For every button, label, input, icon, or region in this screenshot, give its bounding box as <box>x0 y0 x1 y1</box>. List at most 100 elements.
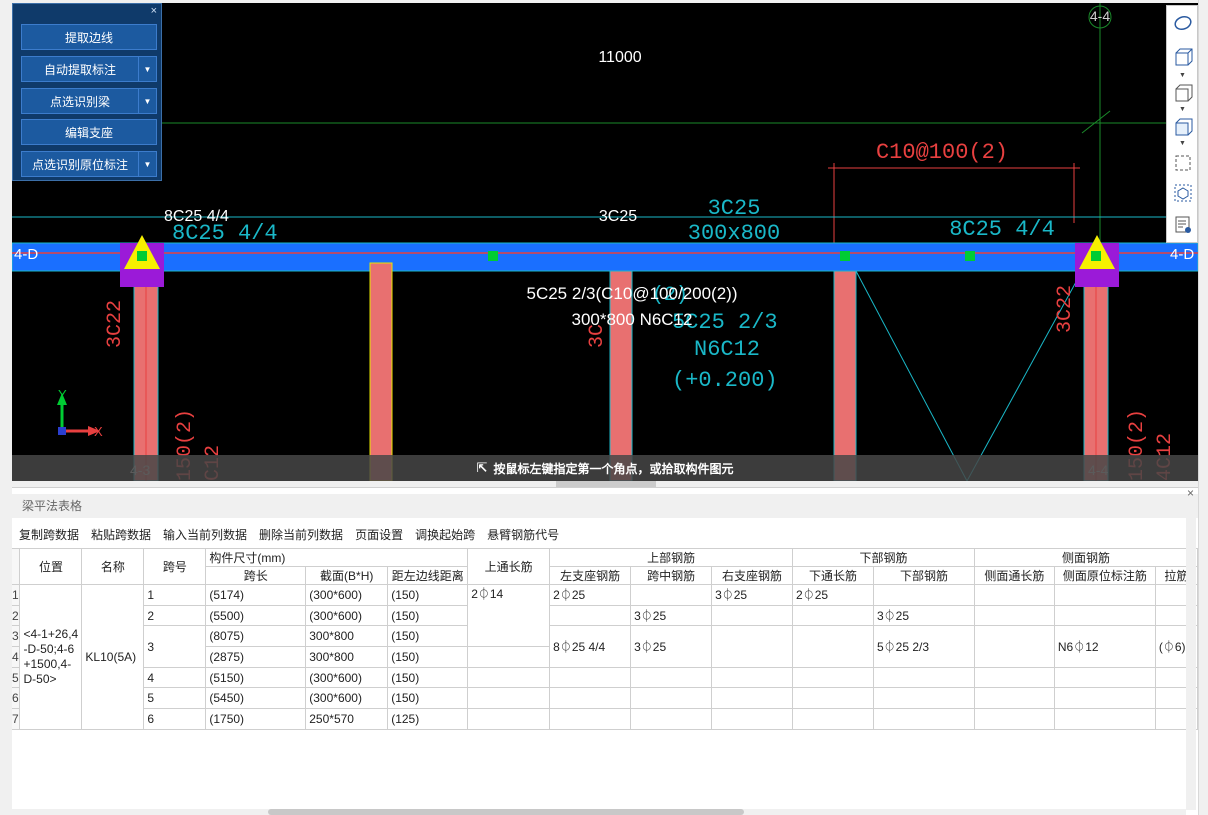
cell-span-length[interactable]: (8075) <box>205 625 307 648</box>
paste-span-data-button[interactable]: 粘贴跨数据 <box>91 524 151 546</box>
chevron-down-icon[interactable]: ▼ <box>1179 72 1186 79</box>
chevron-down-icon[interactable]: ▼ <box>138 57 156 81</box>
grip-support-left[interactable] <box>137 251 147 261</box>
cell-bottom-bar[interactable] <box>872 666 975 689</box>
dynamic-observe-icon[interactable] <box>1172 12 1194 34</box>
grip-2[interactable] <box>840 251 850 261</box>
page-setup-button[interactable]: 页面设置 <box>355 524 403 546</box>
grip-1[interactable] <box>488 251 498 261</box>
cell-left-support[interactable] <box>549 666 632 689</box>
grip-support-right[interactable] <box>1091 251 1101 261</box>
cell-offset[interactable]: (125) <box>387 708 469 730</box>
cell-section[interactable]: 250*570 <box>305 708 389 730</box>
cell-side-through[interactable] <box>973 604 1055 627</box>
cell-offset[interactable]: (150) <box>387 604 469 627</box>
cell-left-support[interactable] <box>549 687 632 710</box>
cell-span-no[interactable]: 3 <box>143 625 207 668</box>
cell-section[interactable]: (300*600) <box>305 604 389 627</box>
cell-span-length[interactable]: (5174) <box>205 584 307 606</box>
cell-section[interactable]: 300*800 <box>305 625 389 648</box>
cell-right-support[interactable] <box>711 604 794 627</box>
cell-side-original[interactable] <box>1053 604 1156 627</box>
pick-recognize-beam-button[interactable]: 点选识别梁 ▼ <box>21 88 157 114</box>
cell-bottom-through[interactable]: 2⏀25 <box>792 584 874 606</box>
auto-extract-annotation-button[interactable]: 自动提取标注 ▼ <box>21 56 157 82</box>
cell-bottom-through[interactable] <box>792 666 874 689</box>
delete-column-data-button[interactable]: 删除当前列数据 <box>259 524 343 546</box>
cell-top-through[interactable] <box>467 646 551 668</box>
table-row[interactable]: 5 4 (5150) (300*600) (150) <box>12 666 1199 689</box>
chevron-down-icon[interactable]: ▼ <box>1179 106 1186 113</box>
cell-span-length[interactable]: (1750) <box>205 708 307 730</box>
cell-span-length[interactable]: (5500) <box>205 604 307 627</box>
cell-position[interactable]: <4-1+26,4-D-50;4-6+1500,4-D-50> <box>19 584 83 730</box>
cell-section[interactable]: (300*600) <box>305 666 389 689</box>
chevron-down-icon[interactable]: ▼ <box>138 89 156 113</box>
view-cube-icon[interactable] <box>1172 82 1194 104</box>
cell-bottom-bar[interactable] <box>872 687 975 710</box>
beam[interactable] <box>12 242 1198 272</box>
cell-bottom-bar[interactable]: 5⏀25 2/3 <box>872 625 975 668</box>
cell-mid-span[interactable] <box>630 687 713 710</box>
input-column-data-button[interactable]: 输入当前列数据 <box>163 524 247 546</box>
cell-span-no[interactable]: 1 <box>143 584 207 606</box>
cell-side-through[interactable] <box>973 708 1055 730</box>
cantilever-rebar-code-button[interactable]: 悬臂钢筋代号 <box>487 524 559 546</box>
cell-section[interactable]: (300*600) <box>305 584 389 606</box>
cell-side-original[interactable] <box>1053 708 1156 730</box>
edit-support-button[interactable]: 编辑支座 <box>21 119 157 145</box>
cell-right-support[interactable]: 3⏀25 <box>711 584 794 606</box>
cell-offset[interactable]: (150) <box>387 646 469 668</box>
cell-span-no[interactable]: 2 <box>143 604 207 627</box>
cell-span-length[interactable]: (5150) <box>205 666 307 689</box>
copy-span-data-button[interactable]: 复制跨数据 <box>19 524 79 546</box>
chevron-down-icon[interactable]: ▼ <box>138 152 156 176</box>
grip-3[interactable] <box>965 251 975 261</box>
cell-offset[interactable]: (150) <box>387 625 469 648</box>
cell-right-support[interactable] <box>711 687 794 710</box>
column-4[interactable] <box>833 270 857 481</box>
cell-side-original[interactable] <box>1053 666 1156 689</box>
extract-edge-button[interactable]: 提取边线 <box>21 24 157 50</box>
cell-mid-span[interactable]: 3⏀25 <box>630 625 713 668</box>
table-row[interactable]: 6 5 (5450) (300*600) (150) <box>12 687 1199 710</box>
cell-offset[interactable]: (150) <box>387 666 469 689</box>
table-row[interactable]: 1 <4-1+26,4-D-50;4-6+1500,4-D-50> KL10(5… <box>12 583 1199 730</box>
cell-left-support[interactable]: 8⏀25 4/4 <box>549 625 632 668</box>
cell-top-through[interactable] <box>467 687 551 710</box>
swap-start-span-button[interactable]: 调换起始跨 <box>415 524 475 546</box>
properties-icon[interactable] <box>1172 214 1194 236</box>
cell-span-no[interactable]: 5 <box>143 687 207 710</box>
table-row[interactable]: 7 6 (1750) 250*570 (125) <box>12 708 1199 730</box>
cell-offset[interactable]: (150) <box>387 687 469 710</box>
isolate-view-icon[interactable] <box>1172 182 1194 204</box>
cell-bottom-through[interactable] <box>792 708 874 730</box>
cell-side-original[interactable]: N6⏀12 <box>1053 625 1156 668</box>
cell-top-through[interactable]: 2⏀14 <box>467 583 551 648</box>
cell-name[interactable]: KL10(5A) <box>81 584 145 730</box>
cell-offset[interactable]: (150) <box>387 584 469 606</box>
cell-span-length[interactable]: (5450) <box>205 687 307 710</box>
cell-span-no[interactable]: 6 <box>143 708 207 730</box>
window-select-icon[interactable] <box>1172 152 1194 174</box>
cell-span-length[interactable]: (2875) <box>205 646 307 668</box>
cell-side-through[interactable] <box>973 584 1055 606</box>
cell-bottom-bar[interactable] <box>872 584 975 606</box>
column-2[interactable] <box>369 262 393 481</box>
cell-bottom-through[interactable] <box>792 604 874 627</box>
cell-right-support[interactable] <box>711 666 794 689</box>
panel-close-button[interactable]: × <box>151 5 157 17</box>
cell-top-through[interactable] <box>467 708 551 730</box>
pick-recognize-original-annotation-button[interactable]: 点选识别原位标注 ▼ <box>21 151 157 177</box>
cell-mid-span[interactable] <box>630 584 713 606</box>
solid-view-icon[interactable] <box>1172 116 1194 138</box>
cell-right-support[interactable] <box>711 708 794 730</box>
cell-bottom-bar[interactable]: 3⏀25 <box>872 604 975 627</box>
cell-section[interactable]: 300*800 <box>305 646 389 668</box>
cell-left-support[interactable] <box>549 604 632 627</box>
cell-left-support[interactable]: 2⏀25 <box>549 584 632 606</box>
panel-close-button[interactable]: × <box>1187 486 1194 500</box>
cell-right-support[interactable] <box>711 625 794 668</box>
cell-side-original[interactable] <box>1053 687 1156 710</box>
table-row[interactable]: 3 3 (8075) 300*800 (150) 8⏀25 4/4 3⏀25 5… <box>12 625 1199 668</box>
